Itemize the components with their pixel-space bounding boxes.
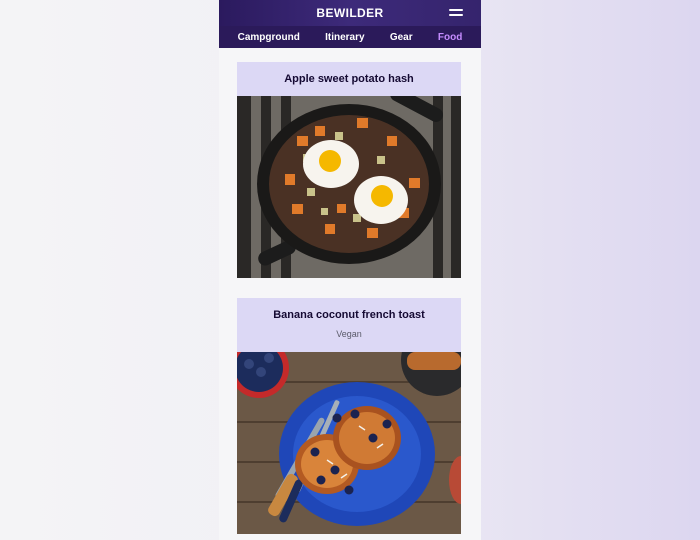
nav-item-food[interactable]: Food [438, 32, 462, 43]
phone-frame: BEWILDER Campground Itinerary Gear Food … [219, 0, 481, 540]
recipe-title[interactable]: Apple sweet potato hash [237, 73, 461, 85]
recipe-card-header: Banana coconut french toast Vegan [237, 298, 461, 352]
nav-item-campground[interactable]: Campground [238, 32, 300, 43]
recipe-tag: Vegan [336, 329, 362, 339]
recipe-list: Apple sweet potato hash Banana coconut f… [219, 48, 481, 540]
recipe-card-apple-hash[interactable]: Apple sweet potato hash [237, 62, 461, 278]
recipe-photo-hash[interactable] [237, 96, 461, 278]
brand-logo[interactable]: BEWILDER [219, 6, 481, 20]
recipe-card-french-toast[interactable]: Banana coconut french toast Vegan [237, 298, 461, 534]
recipe-photo-french-toast[interactable] [237, 352, 461, 534]
top-header: BEWILDER [219, 0, 481, 26]
nav-item-itinerary[interactable]: Itinerary [325, 32, 364, 43]
hamburger-menu-icon[interactable] [449, 9, 463, 18]
nav-item-gear[interactable]: Gear [390, 32, 413, 43]
recipe-title[interactable]: Banana coconut french toast [237, 309, 461, 321]
main-nav: Campground Itinerary Gear Food [219, 26, 481, 48]
recipe-card-header: Apple sweet potato hash [237, 62, 461, 96]
